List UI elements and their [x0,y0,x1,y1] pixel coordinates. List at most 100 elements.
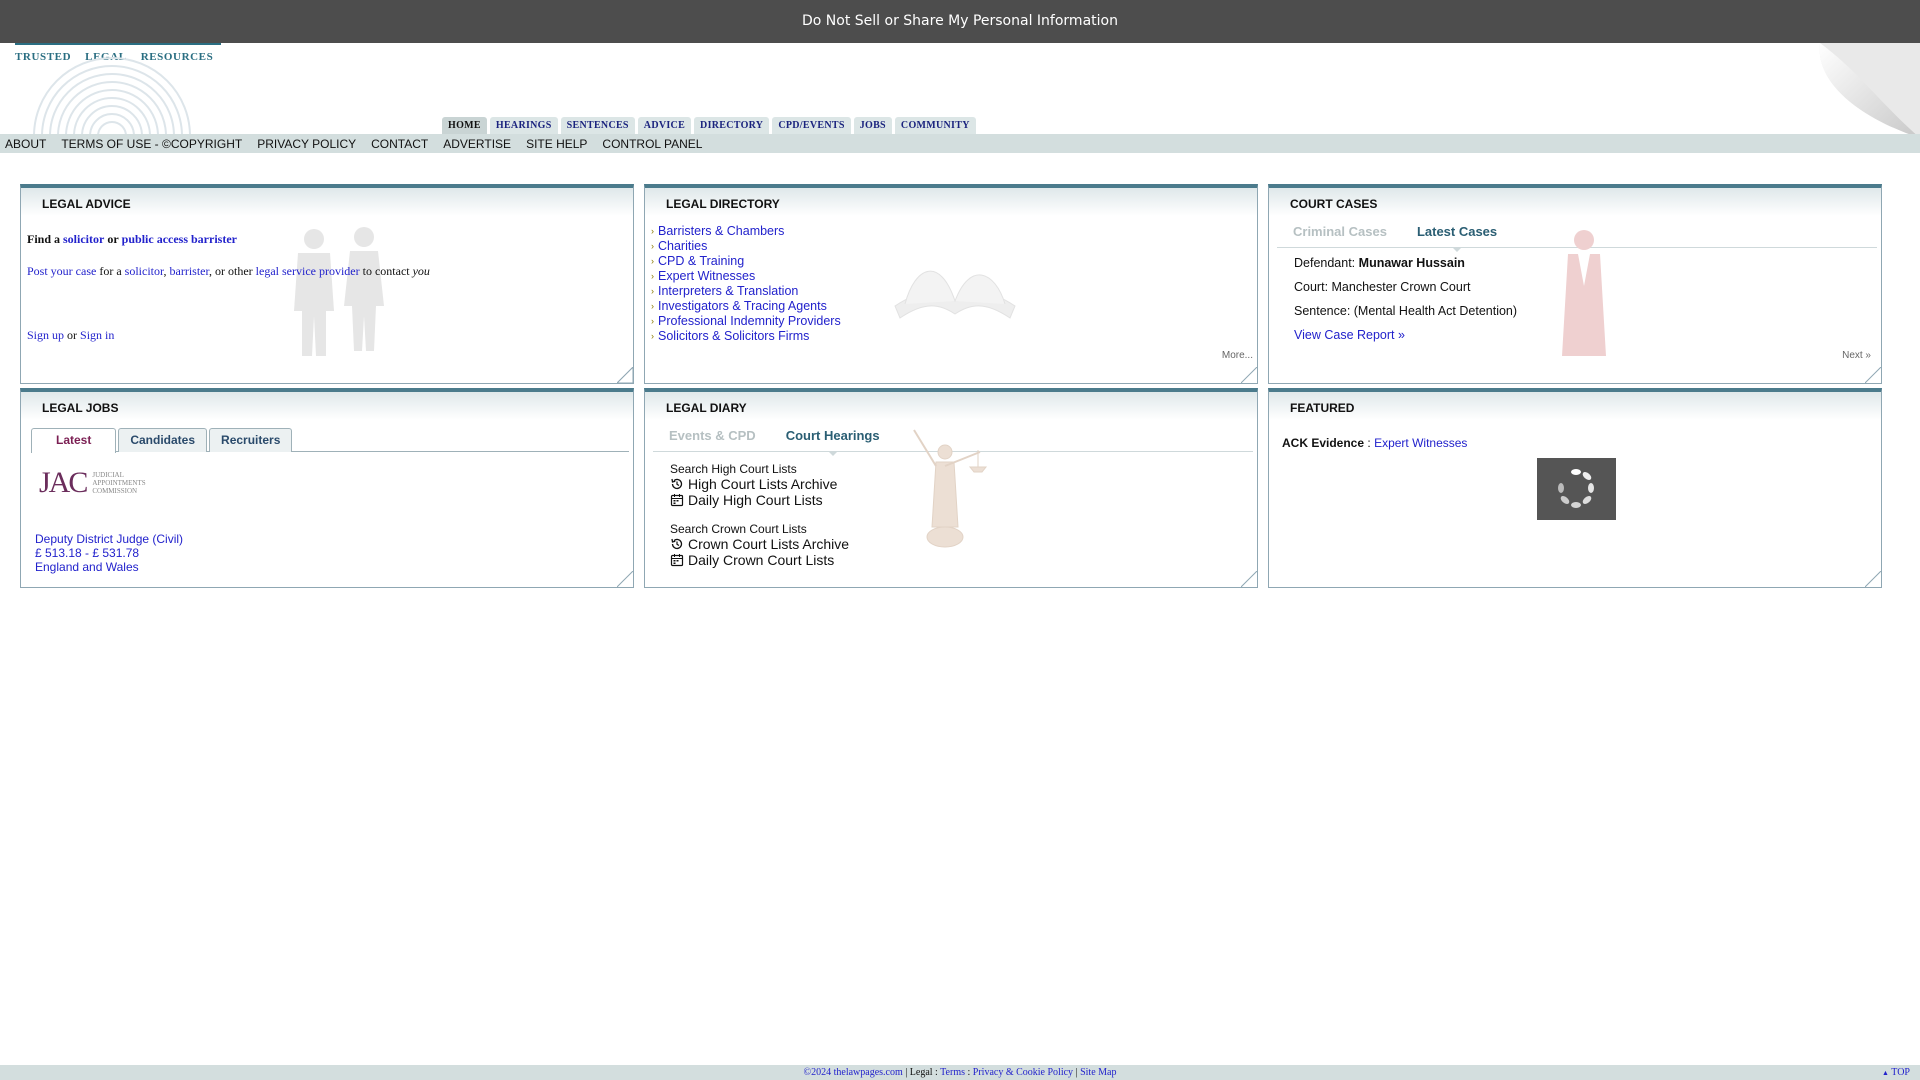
more-link[interactable]: More... [1222,350,1253,361]
court-cases-panel: COURT CASES Criminal Cases Latest Cases … [1268,184,1882,384]
panel-fold-icon [1241,571,1257,587]
find-solicitor-link[interactable]: solicitor [63,232,104,246]
directory-link[interactable]: Barristers & Chambers [658,224,784,239]
find-barrister-link[interactable]: public access barrister [122,232,237,246]
tab-recruiters[interactable]: Recruiters [209,428,293,452]
jac-logo[interactable]: JAC JUDICIAL APPOINTMENTS COMMISSION [39,466,146,500]
or-text: or [107,232,119,246]
calendar-icon [670,494,684,507]
list-item[interactable]: › Professional Indemnity Providers [651,314,841,329]
jac-logo-line: COMMISSION [92,487,138,495]
tab-latest-cases[interactable]: Latest Cases [1417,220,1497,252]
subnav-control-panel[interactable]: CONTROL PANEL [602,137,702,151]
arrow-icon: › [651,241,654,251]
list-item[interactable]: › Charities [651,239,841,254]
nav-tab-hearings[interactable]: HEARINGS [489,117,558,134]
to-contact-text: to contact [362,264,410,278]
featured-category-link[interactable]: Expert Witnesses [1374,436,1467,450]
post-your-case-link[interactable]: Post your case [27,264,96,278]
directory-link[interactable]: Interpreters & Translation [658,284,798,299]
featured-panel: FEATURED ACK Evidence : Expert Witnesses [1268,388,1882,588]
daily-crown-court-label: Daily Crown Court Lists [688,552,835,568]
subnav-contact[interactable]: CONTACT [371,137,428,151]
footer-terms-link[interactable]: Terms [940,1067,965,1078]
main-navigation: HOME HEARINGS SENTENCES ADVICE DIRECTORY… [442,117,976,134]
jac-logo-line: APPOINTMENTS [92,479,146,487]
arrow-icon: › [651,271,654,281]
crown-court-archive-label: Crown Court Lists Archive [688,536,850,552]
nav-tab-community[interactable]: COMMUNITY [894,117,976,134]
legal-service-provider-link[interactable]: legal service provider [256,264,360,278]
panel-fold-icon [617,367,633,383]
nav-tab-home[interactable]: HOME [442,117,487,134]
directory-link[interactable]: Charities [658,239,707,254]
panel-title: COURT CASES [1269,188,1881,216]
next-link[interactable]: Next » [1842,350,1871,361]
panel-fold-icon [1865,571,1881,587]
list-item[interactable]: › Investigators & Tracing Agents [651,299,841,314]
secondary-navigation: ABOUT TERMS OF USE - ©COPYRIGHT PRIVACY … [0,134,1920,153]
high-court-archive-link[interactable]: High Court Lists Archive [670,476,837,492]
directory-link[interactable]: Solicitors & Solicitors Firms [658,329,809,344]
nav-tab-directory[interactable]: DIRECTORY [694,117,770,134]
panel-fold-icon [617,571,633,587]
lady-justice-icon [913,429,988,548]
legal-diary-panel: LEGAL DIARY Events & CPD Court Hearings … [644,388,1258,588]
subnav-about[interactable]: ABOUT [5,137,46,151]
solicitor-link[interactable]: solicitor [125,264,164,278]
crown-court-archive-link[interactable]: Crown Court Lists Archive [670,536,849,552]
nav-tab-jobs[interactable]: JOBS [853,117,892,134]
nav-tab-advice[interactable]: ADVICE [637,117,692,134]
subnav-privacy[interactable]: PRIVACY POLICY [257,137,356,151]
nav-tab-cpd-events[interactable]: CPD/EVENTS [772,117,851,134]
list-item[interactable]: › Interpreters & Translation [651,284,841,299]
defendant-label: Defendant: [1294,256,1356,270]
directory-link[interactable]: Expert Witnesses [658,269,755,284]
nav-tab-sentences[interactable]: SENTENCES [560,117,635,134]
list-item[interactable]: › CPD & Training [651,254,841,269]
footer-separator: | [1075,1067,1078,1078]
find-a-text: Find a [27,232,61,246]
panel-title: LEGAL DIARY [645,392,1257,420]
sign-up-link[interactable]: Sign up [27,328,64,342]
barrister-link[interactable]: barrister [170,264,210,278]
footer-privacy-link[interactable]: Privacy & Cookie Policy [973,1067,1073,1078]
loading-spinner-icon [1537,458,1616,520]
list-item[interactable]: › Barristers & Chambers [651,224,841,239]
arrow-icon: › [651,331,654,341]
subnav-terms[interactable]: TERMS OF USE - ©COPYRIGHT [61,137,242,151]
tab-candidates[interactable]: Candidates [118,428,208,452]
page-curl-icon [1800,43,1920,138]
list-item[interactable]: › Solicitors & Solicitors Firms [651,329,841,344]
do-not-sell-link[interactable]: Do Not Sell or Share My Personal Informa… [802,13,1118,29]
job-salary: £ 513.18 - £ 531.78 [35,546,140,560]
directory-list: › Barristers & Chambers › Charities › CPD &… [651,224,841,344]
job-title-link[interactable]: Deputy District Judge (Civil) [35,532,183,546]
sign-in-link[interactable]: Sign in [80,328,114,342]
directory-link[interactable]: Investigators & Tracing Agents [658,299,827,314]
list-item[interactable]: › Expert Witnesses [651,269,841,284]
daily-crown-court-link[interactable]: Daily Crown Court Lists [670,552,834,568]
legal-directory-panel: LEGAL DIRECTORY › Barristers & Chambers ›… [644,184,1258,384]
or-other-text: , or other [209,264,253,278]
subnav-site-help[interactable]: SITE HELP [526,137,587,151]
footer-sitemap-link[interactable]: Site Map [1080,1067,1116,1078]
panel-title: FEATURED [1269,392,1881,420]
directory-link[interactable]: CPD & Training [658,254,744,269]
featured-separator: : [1367,436,1371,450]
do-not-sell-banner[interactable]: Do Not Sell or Share My Personal Informa… [0,0,1920,43]
search-crown-court-heading: Search Crown Court Lists [670,522,807,536]
tab-latest[interactable]: Latest [31,428,117,453]
tab-events-cpd[interactable]: Events & CPD [669,424,756,451]
top-label: TOP [1891,1067,1910,1078]
sentence-text: Sentence: (Mental Health Act Detention) [1294,304,1518,318]
back-to-top-link[interactable]: ▲ TOP [1882,1065,1910,1080]
subnav-advertise[interactable]: ADVERTISE [443,137,511,151]
featured-name[interactable]: ACK Evidence [1282,436,1364,450]
view-case-report-link[interactable]: View Case Report » [1294,328,1405,342]
footer-copyright-link[interactable]: ©2024 thelawpages.com [804,1067,903,1078]
directory-link[interactable]: Professional Indemnity Providers [658,314,841,329]
tab-criminal-cases[interactable]: Criminal Cases [1293,220,1387,247]
daily-high-court-link[interactable]: Daily High Court Lists [670,492,823,508]
tab-court-hearings[interactable]: Court Hearings [786,424,880,456]
